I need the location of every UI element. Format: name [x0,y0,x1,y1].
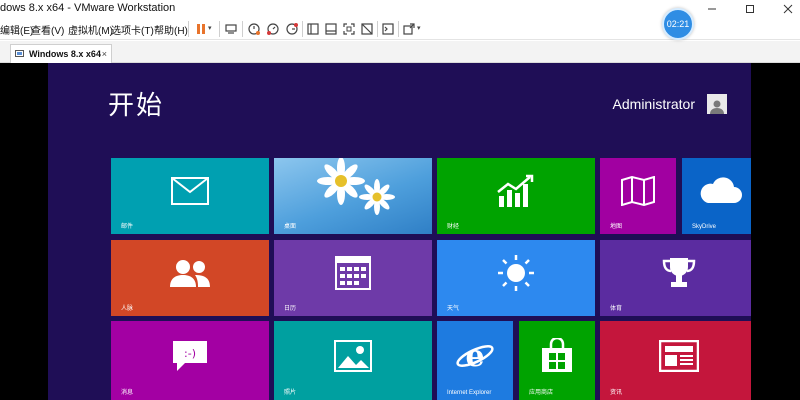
desktop-flower-icon [311,158,401,223]
svg-text::-): :-) [184,347,196,360]
minimize-icon [708,8,716,10]
start-title: 开始 [108,91,165,121]
minimize-button[interactable] [700,0,724,18]
fullscreen-icon [343,23,355,35]
no-console-icon [361,23,373,35]
svg-text:e: e [465,339,484,374]
trophy-icon [661,255,697,291]
map-icon [620,176,656,207]
user-name[interactable]: Administrator [613,96,695,112]
tile-label: 天气 [447,306,460,312]
tab-vm-windows8[interactable]: Windows 8.x x64 × [10,44,112,63]
vm-display[interactable]: 开始 Administrator 邮件 桌面 财经 地图 SkyDrive 人脉… [0,63,800,400]
sidebar-button[interactable] [304,20,322,38]
menu-vm[interactable]: 虚拟机(M) [68,22,113,37]
messaging-icon: :-) [171,339,209,373]
tab-label: Windows 8.x x64 [29,49,101,59]
thumbnail-button[interactable] [322,20,340,38]
tile-weather[interactable]: 天气 [437,240,595,316]
tile-label: 照片 [284,390,297,396]
tile-calendar[interactable]: 日历 [274,240,432,316]
clock-badge: 02:21 [662,8,694,40]
toolbar-separator [188,21,189,37]
store-icon [540,337,574,374]
toolbar-separator [242,21,243,37]
tile-label: 应用商店 [529,390,554,396]
mail-icon [171,177,209,206]
windows-start-screen[interactable]: 开始 Administrator 邮件 桌面 财经 地图 SkyDrive 人脉… [48,63,751,400]
user-avatar[interactable] [707,94,727,114]
menu-edit[interactable]: 编辑(E) [0,22,33,37]
menu-tabs[interactable]: 选项卡(T) [111,22,154,37]
tile-label: 财经 [447,224,460,230]
toolbar-separator [377,21,378,37]
photos-icon [334,339,372,372]
tile-sports[interactable]: 体育 [600,240,751,316]
people-icon [168,257,212,289]
thumbnail-icon [325,23,337,35]
maximize-button[interactable] [738,0,762,18]
tile-messaging[interactable]: :-) 消息 [111,321,269,400]
snapshot-button[interactable] [245,20,263,38]
cloud-icon [698,177,742,205]
sidebar-icon [307,23,319,35]
toolbar-separator [302,21,303,37]
tab-close-icon[interactable]: × [102,49,107,59]
maximize-icon [746,5,754,13]
menu-help[interactable]: 帮助(H) [154,22,188,37]
console-view-icon [382,23,394,35]
tile-label: 体育 [610,306,623,312]
menu-view[interactable]: 查看(V) [31,22,64,37]
console-view-button[interactable] [379,20,397,38]
tile-label: 地图 [610,224,623,230]
tile-mail[interactable]: 邮件 [111,158,269,234]
pause-dropdown-icon[interactable]: ▾ [208,24,212,32]
snapshot-manager-icon [286,23,298,35]
tile-label: Internet Explorer [447,390,492,396]
tile-finance[interactable]: 财经 [437,158,595,234]
toolbar-separator [398,21,399,37]
tile-label: SkyDrive [692,224,717,230]
tile-maps[interactable]: 地图 [600,158,676,234]
tile-store[interactable]: 应用商店 [519,321,595,400]
calendar-icon [335,256,371,291]
ie-icon: e [455,337,495,375]
tile-skydrive[interactable]: SkyDrive [682,158,751,234]
news-icon [659,339,699,372]
finance-chart-icon [496,174,536,208]
toolbar-separator [219,21,220,37]
revert-snapshot-icon [267,23,279,35]
pause-icon [197,24,205,34]
tile-label: 消息 [121,390,134,396]
tile-internet-explorer[interactable]: e Internet Explorer [437,321,513,400]
fullscreen-button[interactable] [340,20,358,38]
stretch-icon [403,23,415,35]
tile-people[interactable]: 人脉 [111,240,269,316]
tile-desktop[interactable]: 桌面 [274,158,432,234]
tile-label: 人脉 [121,306,134,312]
revert-snapshot-button[interactable] [264,20,282,38]
tile-label: 邮件 [121,224,134,230]
tile-photos[interactable]: 照片 [274,321,432,400]
snapshot-manager-button[interactable] [283,20,301,38]
tile-label: 资讯 [610,390,623,396]
tile-label: 桌面 [284,224,297,230]
tab-bar: Windows 8.x x64 × [0,41,800,63]
vm-tab-icon [15,50,24,57]
unity-button[interactable] [358,20,376,38]
window-title: dows 8.x x64 - VMware Workstation [0,2,176,14]
stretch-dropdown-icon[interactable]: ▾ [417,24,421,32]
close-icon [783,4,793,14]
close-window-button[interactable] [776,0,800,18]
user-avatar-icon [710,100,724,114]
stretch-button[interactable] [400,20,418,38]
tile-label: 日历 [284,306,297,312]
tile-news[interactable]: 资讯 [600,321,751,400]
send-keys-icon [225,24,237,34]
snapshot-icon [248,23,260,35]
weather-sun-icon [496,253,536,293]
send-keys-button[interactable] [222,20,240,38]
